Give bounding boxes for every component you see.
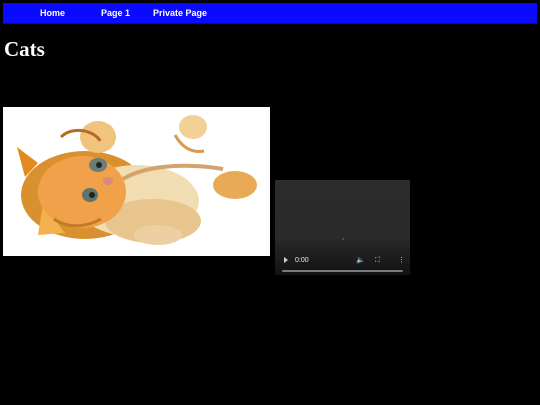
more-options-icon[interactable]: ⋮: [398, 257, 405, 265]
nav-home-link[interactable]: Home: [40, 8, 65, 18]
top-navbar: Home Page 1 Private Page: [3, 3, 537, 24]
kitten-photo: [3, 107, 270, 256]
video-progress-track[interactable]: [282, 270, 403, 272]
nav-page-1-link[interactable]: Page 1: [101, 8, 130, 18]
page: Home Page 1 Private Page Cats 0:00 🔈 ⛶ ⋮: [0, 0, 540, 405]
play-icon[interactable]: [284, 257, 288, 263]
nav-private-page-link[interactable]: Private Page: [153, 8, 207, 18]
page-title: Cats: [4, 37, 45, 61]
kitten-illustration: [3, 107, 270, 256]
video-time: 0:00: [295, 257, 309, 264]
volume-icon[interactable]: 🔈: [356, 257, 365, 265]
fullscreen-icon[interactable]: ⛶: [375, 257, 380, 265]
video-player[interactable]: 0:00 🔈 ⛶ ⋮: [275, 180, 410, 275]
video-center-dot: [342, 238, 344, 240]
